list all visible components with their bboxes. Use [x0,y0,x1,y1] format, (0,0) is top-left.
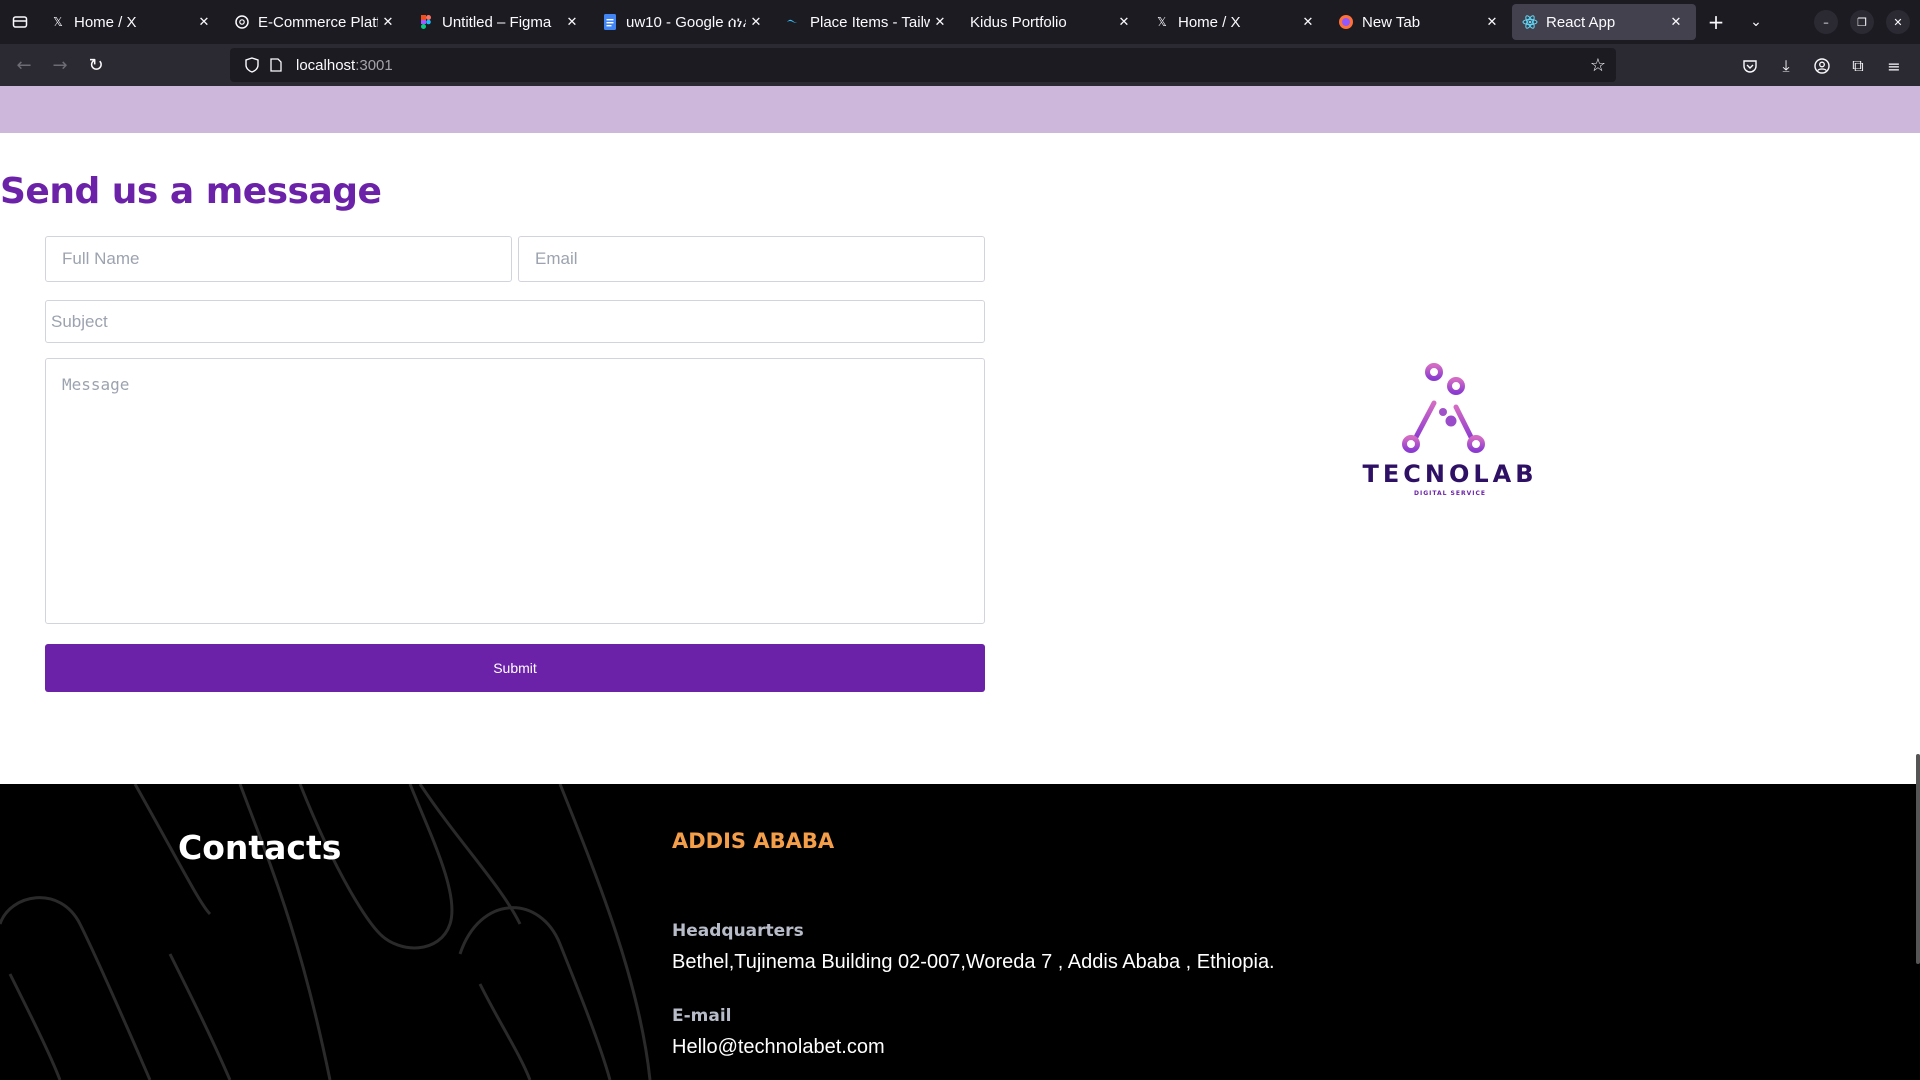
page-viewport: Send us a message Full Name Email Subjec… [0,86,1920,1080]
url-host: localhost [296,56,356,74]
openai-icon [234,14,250,30]
new-tab-button[interactable]: + [1696,0,1736,44]
tab-google-docs[interactable]: uw10 - Google ሰነዶች ✕ [592,4,776,40]
extensions-button[interactable]: ⧉ [1840,48,1876,84]
close-icon[interactable]: ✕ [1114,15,1134,30]
page-icon [264,58,288,72]
figma-icon [418,14,434,30]
tecnolab-logo: TECNOLAB DIGITAL SERVICE [1360,361,1540,521]
close-icon[interactable]: ✕ [1666,15,1686,30]
headquarters-label: Headquarters [672,921,804,941]
tecnolab-logo-mark [1402,363,1485,453]
city-heading: ADDIS ABABA [672,829,835,853]
puzzle-icon: ⧉ [1852,56,1864,75]
email-address[interactable]: Hello@technolabet.com [672,1036,885,1059]
chevron-down-icon: ⌄ [1750,14,1762,30]
close-icon[interactable]: ✕ [930,15,950,30]
page-scrollbar[interactable] [1916,754,1920,964]
pocket-icon [1743,60,1757,73]
google-docs-icon [602,14,618,30]
tab-kidus-portfolio[interactable]: Kidus Portfolio ✕ [960,4,1144,40]
tab-strip: 𝕏 Home / X ✕ E-Commerce Platform ✕ Untit… [40,4,1696,40]
tab-title: React App [1546,13,1616,31]
tab-title: Untitled – Figma [442,13,552,31]
tab-bar: 𝕏 Home / X ✕ E-Commerce Platform ✕ Untit… [0,0,1920,44]
menu-button[interactable]: ≡ [1876,48,1912,84]
restore-button[interactable]: ❐ [1850,10,1874,34]
tab-react-app[interactable]: React App ✕ [1512,4,1696,40]
tab-new-tab[interactable]: New Tab ✕ [1328,4,1512,40]
forward-button[interactable]: → [42,47,78,83]
list-all-tabs-button[interactable]: ⌄ [1736,0,1776,44]
close-icon[interactable]: ✕ [746,15,766,30]
subject-input[interactable]: Subject [45,300,985,343]
tab-figma[interactable]: Untitled – Figma ✕ [408,4,592,40]
tab-title: Home / X [74,13,137,31]
header-band [0,86,1920,133]
toolbar-right: ⤓ ⧉ ≡ [1732,48,1912,84]
tailwind-icon [786,14,802,30]
tab-home-x-2[interactable]: 𝕏 Home / X ✕ [1144,4,1328,40]
download-icon: ⤓ [1782,56,1790,75]
tab-title: E-Commerce Platform [258,13,378,31]
contacts-title: Contacts [178,828,342,867]
url-bar[interactable]: localhost:3001 ☆ [230,48,1616,82]
reload-button[interactable]: ↻ [78,47,114,83]
back-button[interactable]: ← [6,47,42,83]
react-icon [1522,14,1538,30]
logo-wordmark: TECNOLAB [1362,460,1538,488]
account-button[interactable] [1804,48,1840,84]
submit-button[interactable]: Submit [45,644,985,692]
tab-tailwind[interactable]: Place Items - Tailwind ✕ [776,4,960,40]
window-controls: – ❐ ✕ [1814,10,1910,34]
bookmark-star-icon[interactable]: ☆ [1590,55,1606,76]
x-logo-icon: 𝕏 [53,15,63,29]
contact-form-title: Send us a message [0,171,382,212]
close-window-button[interactable]: ✕ [1886,10,1910,34]
logo-tagline: DIGITAL SERVICE [1414,490,1486,497]
tab-title: Home / X [1178,13,1241,31]
tab-home-x[interactable]: 𝕏 Home / X ✕ [40,4,224,40]
close-icon: ✕ [1893,15,1903,29]
footer: Contacts ADDIS ABABA Headquarters Bethel… [0,784,1920,1080]
arrow-left-icon: ← [16,54,32,76]
account-icon [1814,58,1830,74]
tab-title: Kidus Portfolio [970,13,1067,31]
minimize-icon: – [1823,15,1829,29]
message-textarea[interactable]: Message [45,358,985,624]
email-label: E-mail [672,1006,732,1026]
navigation-toolbar: ← → ↻ localhost:3001 ☆ ⤓ ⧉ ≡ [0,44,1920,86]
close-icon[interactable]: ✕ [1298,15,1318,30]
downloads-button[interactable]: ⤓ [1768,48,1804,84]
tab-ecommerce[interactable]: E-Commerce Platform ✕ [224,4,408,40]
tab-title: uw10 - Google ሰነዶች [626,13,746,31]
restore-icon: ❐ [1857,15,1867,29]
shield-icon [240,57,264,73]
close-icon[interactable]: ✕ [378,15,398,30]
tab-title: New Tab [1362,13,1421,31]
pocket-button[interactable] [1732,48,1768,84]
plus-icon: + [1707,10,1725,34]
email-input[interactable]: Email [518,236,985,282]
url-text: localhost:3001 [296,57,393,74]
headquarters-address: Bethel,Tujinema Building 02-007,Woreda 7… [672,951,1275,973]
arrow-right-icon: → [52,54,68,76]
reload-icon: ↻ [88,54,104,76]
tab-title: Place Items - Tailwind [810,13,930,31]
firefox-view-icon [12,16,28,28]
minimize-button[interactable]: – [1814,10,1838,34]
close-icon[interactable]: ✕ [1482,15,1502,30]
full-name-input[interactable]: Full Name [45,236,512,282]
hamburger-menu-icon: ≡ [1887,56,1901,76]
firefox-icon [1338,14,1354,30]
close-icon[interactable]: ✕ [562,15,582,30]
firefox-view-button[interactable] [0,0,40,44]
x-logo-icon: 𝕏 [1157,15,1167,29]
close-icon[interactable]: ✕ [194,15,214,30]
url-port: :3001 [355,56,393,74]
